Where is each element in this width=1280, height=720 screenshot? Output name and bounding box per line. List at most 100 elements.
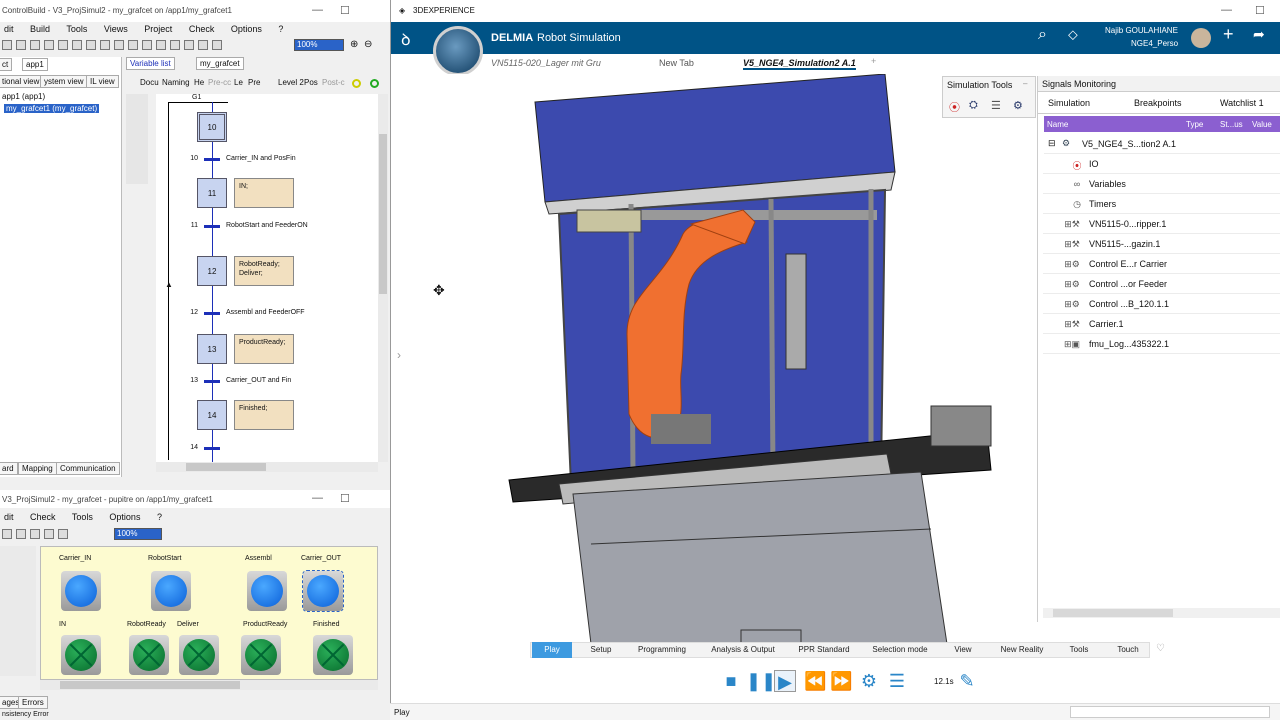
toolbar-icon[interactable] — [72, 39, 82, 50]
pause-icon[interactable]: ❚❚ — [746, 670, 776, 692]
grafcet-step-11[interactable]: 11 — [197, 178, 227, 208]
tab-setup[interactable]: Setup — [584, 642, 618, 658]
workspace-selector[interactable]: NGE4_Perso — [1131, 39, 1178, 48]
grafcet-transition-bar[interactable] — [204, 380, 220, 383]
tab-naming[interactable]: Naming — [162, 78, 190, 87]
tab-hil-view[interactable]: IL view — [86, 75, 119, 88]
assembl-button[interactable] — [247, 571, 287, 611]
add-tab-button[interactable]: + — [871, 56, 876, 66]
stop-icon[interactable]: ■ — [720, 670, 742, 692]
grafcet-step-10[interactable]: 10 — [197, 112, 227, 142]
tab-level2[interactable]: Level 2 — [278, 78, 304, 87]
robot-tool-icon[interactable]: ⛭ — [969, 99, 978, 112]
cell-3d-model[interactable] — [391, 73, 1037, 645]
grafcet-step-14[interactable]: 14 — [197, 400, 227, 430]
status-input[interactable] — [1070, 706, 1270, 718]
pupitre-palette[interactable] — [0, 546, 36, 676]
tab-simulation[interactable]: Simulation — [1048, 98, 1090, 108]
signal-tool-icon[interactable]: ⚙ — [1013, 99, 1023, 112]
collapse-icon[interactable]: – — [1023, 79, 1027, 88]
tab-pos[interactable]: Pos — [304, 78, 318, 87]
toolbar-icon[interactable] — [170, 39, 180, 50]
tab-new[interactable]: New Tab — [659, 58, 694, 68]
tab-errors[interactable]: Errors — [18, 696, 48, 709]
tab-functional-view[interactable]: tional view — [0, 75, 44, 88]
tab-selection-mode[interactable]: Selection mode — [868, 642, 932, 658]
column-name[interactable]: Name — [1047, 120, 1068, 129]
tab-variable-list[interactable]: Variable list — [126, 57, 175, 70]
tab-analysis-output[interactable]: Analysis & Output — [706, 642, 780, 658]
toolbar-icon[interactable] — [184, 39, 194, 50]
grafcet-step-12[interactable]: 12 — [197, 256, 227, 286]
tree-item-io[interactable]: ⦿ IO — [1043, 154, 1280, 174]
tree-item-timers[interactable]: ◷ Timers — [1043, 194, 1280, 214]
tab-my-grafcet[interactable]: my_grafcet — [196, 57, 244, 70]
maximize-button[interactable]: ☐ — [1255, 4, 1265, 17]
tab-system-view[interactable]: ystem view — [40, 75, 88, 88]
menu-build[interactable]: Build — [30, 24, 50, 34]
tree-item-my-grafcet1[interactable]: my_grafcet1 (my_grafcet) — [4, 104, 100, 113]
redo-icon[interactable] — [58, 528, 68, 539]
minimize-button[interactable]: — — [312, 4, 323, 16]
maximize-button[interactable]: ☐ — [340, 492, 350, 505]
menu-check[interactable]: Check — [30, 512, 56, 522]
tree-item-fmu[interactable]: ⊞▣ fmu_Log...435322.1 — [1043, 334, 1280, 354]
signals-horizontal-scrollbar[interactable] — [1043, 608, 1280, 618]
menu-check[interactable]: Check — [189, 24, 215, 34]
favorite-icon[interactable]: ♡ — [1156, 643, 1165, 654]
tab-project[interactable]: ct — [0, 58, 13, 71]
menu-help[interactable]: ? — [278, 24, 283, 34]
column-status[interactable]: St...us — [1220, 120, 1243, 129]
list-tool-icon[interactable]: ☰ — [991, 99, 1001, 112]
tab-app1[interactable]: app1 — [22, 58, 48, 71]
tree-item-gripper[interactable]: ⊞⚒ VN5115-0...ripper.1 — [1043, 214, 1280, 234]
share-icon[interactable]: ➦ — [1253, 26, 1265, 43]
add-icon[interactable]: + — [1223, 24, 1234, 45]
minimize-button[interactable]: — — [312, 492, 323, 504]
menu-project[interactable]: Project — [144, 24, 172, 34]
grafcet-transition-bar[interactable] — [204, 447, 220, 450]
tab-programming[interactable]: Programming — [634, 642, 690, 658]
menu-tools[interactable]: Tools — [72, 512, 93, 522]
carrier-out-button[interactable] — [302, 570, 344, 612]
tree-item-app1[interactable]: app1 (app1) — [2, 92, 45, 101]
copy-icon[interactable] — [16, 528, 26, 539]
menu-edit[interactable]: dit — [4, 24, 14, 34]
horizontal-scrollbar[interactable] — [40, 680, 378, 690]
menu-views[interactable]: Views — [104, 24, 128, 34]
tree-item-control-carrier[interactable]: ⊞⚙ Control E...r Carrier — [1043, 254, 1280, 274]
tree-item-control-b120[interactable]: ⊞⚙ Control ...B_120.1.1 — [1043, 294, 1280, 314]
tree-root[interactable]: ⊟ ⚙ V5_NGE4_S...tion2 A.1 — [1044, 134, 1280, 154]
toolbar-icon[interactable] — [212, 39, 222, 50]
play-icon[interactable]: ▶ — [774, 670, 796, 692]
step-forward-icon[interactable]: ⏩ — [830, 670, 852, 692]
avatar[interactable] — [1191, 28, 1211, 48]
zoom-select[interactable]: 100% — [114, 528, 162, 540]
toolbar-icon[interactable] — [2, 39, 12, 50]
tab-he[interactable]: He — [194, 78, 204, 87]
zoom-in-icon[interactable]: ⊕ — [350, 39, 358, 50]
step-back-icon[interactable]: ⏪ — [804, 670, 826, 692]
cut-icon[interactable] — [2, 528, 12, 539]
tab-post-c[interactable]: Post-c — [322, 78, 345, 87]
robotstart-button[interactable] — [151, 571, 191, 611]
tab-pre[interactable]: Pre — [248, 78, 260, 87]
compass-icon[interactable] — [433, 26, 483, 76]
tree-item-control-feeder[interactable]: ⊞⚙ Control ...or Feeder — [1043, 274, 1280, 294]
tab-touch[interactable]: Touch — [1112, 642, 1144, 658]
menu-options[interactable]: Options — [109, 512, 140, 522]
toolbar-icon[interactable] — [100, 39, 110, 50]
toolbar-icon[interactable] — [30, 39, 40, 50]
tab-watchlist[interactable]: Watchlist 1 — [1220, 98, 1264, 108]
maximize-button[interactable]: ☐ — [340, 4, 350, 17]
tab-breakpoints[interactable]: Breakpoints — [1134, 98, 1182, 108]
tab-le[interactable]: Le — [234, 78, 243, 87]
menu-options[interactable]: Options — [231, 24, 262, 34]
minimize-button[interactable]: — — [1221, 4, 1232, 16]
tab-pre-cc[interactable]: Pre-cc — [208, 78, 231, 87]
paste-icon[interactable] — [30, 528, 40, 539]
zoom-out-icon[interactable]: ⊖ — [364, 39, 372, 50]
tab-view[interactable]: View — [950, 642, 976, 658]
toolbar-icon[interactable] — [86, 39, 96, 50]
tab-ppr-standard[interactable]: PPR Standard — [794, 642, 854, 658]
